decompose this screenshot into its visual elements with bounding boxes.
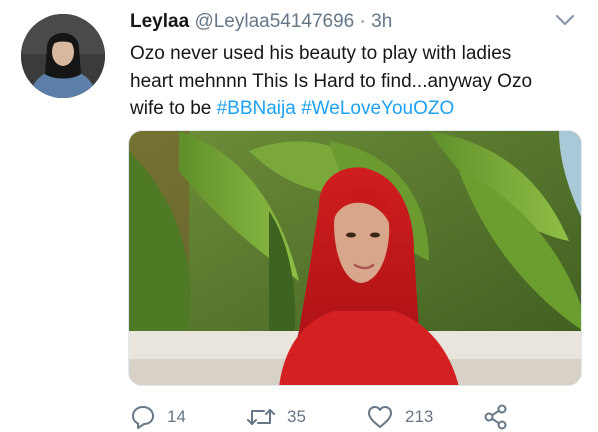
avatar-image bbox=[21, 14, 105, 98]
retweet-button[interactable]: 35 bbox=[246, 402, 306, 432]
heart-icon bbox=[366, 404, 394, 430]
header-separator: · bbox=[359, 11, 366, 32]
tweet-actions: 14 35 213 bbox=[128, 402, 582, 432]
share-icon bbox=[482, 403, 510, 431]
more-options-chevron-icon[interactable] bbox=[552, 10, 578, 30]
hashtag-bbnaija[interactable]: #BBNaija bbox=[217, 98, 296, 119]
reply-button[interactable]: 14 bbox=[130, 402, 186, 432]
retweet-icon bbox=[246, 404, 276, 430]
tweet-text: Ozo never used his beauty to play with l… bbox=[130, 40, 550, 123]
tweet-header: Leylaa @Leylaa54147696 · 3h bbox=[130, 9, 558, 35]
author-name[interactable]: Leylaa bbox=[130, 11, 189, 32]
like-button[interactable]: 213 bbox=[366, 402, 433, 432]
avatar[interactable] bbox=[21, 14, 105, 98]
tweet-timestamp[interactable]: 3h bbox=[371, 11, 392, 32]
retweet-count: 35 bbox=[287, 407, 306, 426]
photo-image bbox=[129, 131, 581, 385]
reply-icon bbox=[130, 404, 156, 430]
hashtag-weloveyouozo[interactable]: #WeLoveYouOZO bbox=[301, 98, 454, 119]
reply-count: 14 bbox=[167, 407, 186, 426]
author-handle[interactable]: @Leylaa54147696 bbox=[194, 11, 354, 32]
share-button[interactable] bbox=[482, 402, 510, 432]
like-count: 213 bbox=[405, 407, 434, 426]
tweet-photo[interactable] bbox=[128, 130, 582, 386]
